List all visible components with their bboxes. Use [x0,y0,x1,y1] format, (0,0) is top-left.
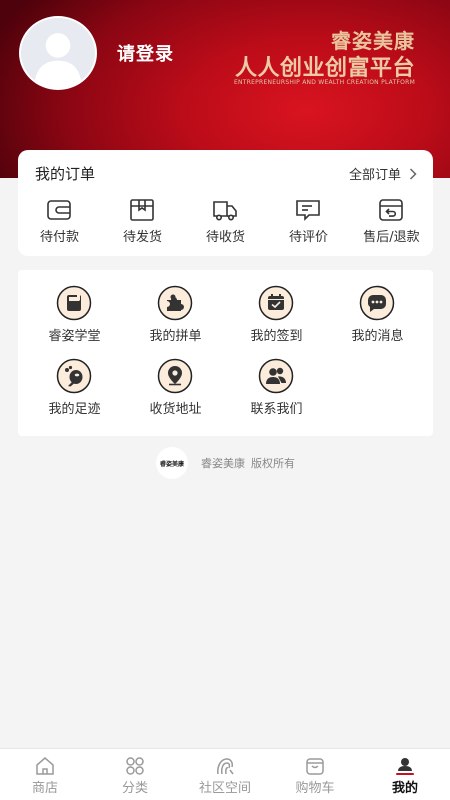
category-icon [126,757,144,775]
contacts-icon [258,358,294,394]
tab-label: 我的 [391,781,418,796]
return-icon [379,199,403,221]
chevron-right-icon [409,167,417,180]
all-orders-link[interactable]: 全部订单 [349,164,417,183]
service-label: 联系我们 [250,402,303,417]
order-status-after-sales[interactable]: 售后/退款 [350,198,433,248]
copyright-brand: 睿姿美康 [201,457,245,470]
service-label: 我的拼单 [149,329,202,344]
tab-profile[interactable]: 我的 [360,749,450,800]
tab-community[interactable]: 社区空间 [180,749,270,800]
login-link[interactable]: 请登录 [117,40,174,66]
package-icon [130,199,154,221]
service-messages[interactable]: 我的消息 [327,285,428,344]
order-status-to-receive[interactable]: 待收货 [184,198,267,248]
service-addresses[interactable]: 收货地址 [125,358,226,417]
tab-label: 商店 [31,781,58,796]
order-status-label: 待发货 [122,230,162,245]
book-icon [56,285,92,321]
order-status-label: 待评价 [288,230,328,245]
tab-cart[interactable]: 购物车 [270,749,360,800]
service-label: 睿姿学堂 [48,329,101,344]
all-orders-label: 全部订单 [348,168,401,183]
services-card: 睿姿学堂 我的拼单 我的签到 我的消息 我的足迹 收货地址 联系我们 [18,270,433,436]
cart-icon [306,758,324,775]
service-footprints[interactable]: 我的足迹 [24,358,125,417]
order-status-to-review[interactable]: 待评价 [267,198,350,248]
tab-label: 分类 [121,781,148,796]
service-label: 我的签到 [250,329,303,344]
calendar-check-icon [258,285,294,321]
order-status-label: 待付款 [39,230,79,245]
tab-label: 购物车 [295,781,335,796]
tab-label: 社区空间 [198,781,251,796]
service-label: 我的消息 [351,329,404,344]
default-avatar-icon[interactable] [19,16,97,90]
tab-category[interactable]: 分类 [90,749,180,800]
profile-icon [396,758,414,775]
location-icon [157,358,193,394]
service-group-buy[interactable]: 我的拼单 [125,285,226,344]
wallet-icon [47,200,71,220]
service-label: 我的足迹 [48,402,101,417]
message-icon [359,285,395,321]
service-check-in[interactable]: 我的签到 [226,285,327,344]
orders-title: 我的订单 [35,165,96,183]
community-icon [217,758,234,775]
brand-slogan: 人人创业创富平台 [234,56,415,81]
brand-logo: 睿姿美康 [156,447,188,479]
truck-icon [213,201,237,221]
order-status-label: 待收货 [205,230,245,245]
service-contact-us[interactable]: 联系我们 [226,358,327,417]
brand-slogan-en: ENTREPRENEURSHIP AND WEALTH CREATION PLA… [234,79,415,86]
order-status-to-ship[interactable]: 待发货 [101,198,184,248]
tab-shop[interactable]: 商店 [0,749,90,800]
order-status-pending-payment[interactable]: 待付款 [18,198,101,248]
service-academy[interactable]: 睿姿学堂 [24,285,125,344]
order-status-label: 售后/退款 [363,230,420,245]
puzzle-icon [157,285,193,321]
home-icon [36,757,54,775]
footprint-icon [56,358,92,394]
service-label: 收货地址 [149,402,202,417]
comment-icon [296,200,320,221]
copyright-text: 睿姿美康 版权所有 [201,455,295,471]
bottom-tab-bar: 商店 分类 社区空间 购物车 我的 [0,748,450,800]
orders-card: 我的订单 全部订单 待付款 待发货 待收货 待评价 售后/退款 [18,150,433,256]
copyright-rights: 版权所有 [251,457,295,470]
